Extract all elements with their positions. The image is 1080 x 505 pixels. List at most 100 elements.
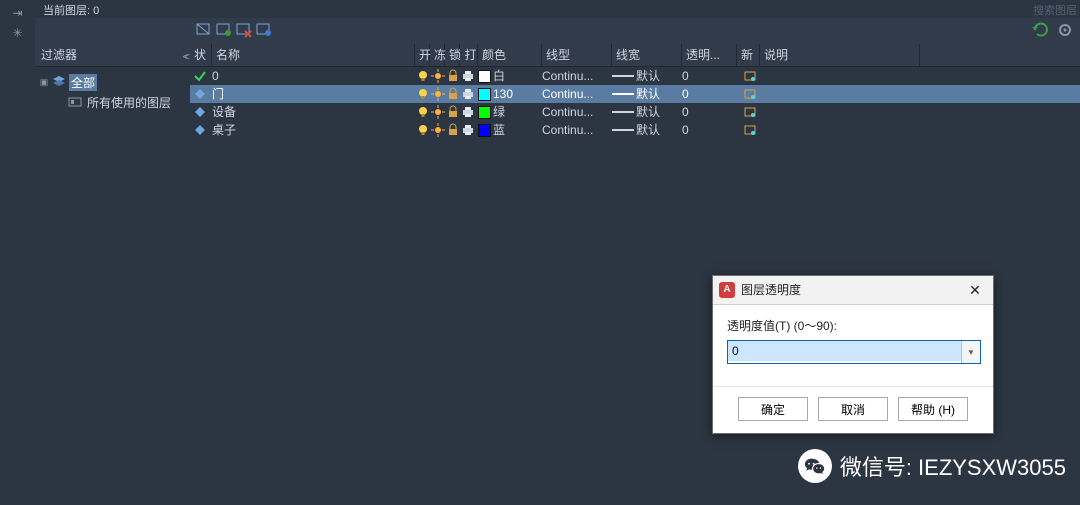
new-vp-icon[interactable] (740, 121, 760, 139)
layer-name[interactable]: 0 (212, 67, 412, 85)
linetype-cell[interactable]: Continu... (542, 121, 612, 139)
used-layers-icon (68, 95, 82, 109)
bulb-icon[interactable] (415, 67, 430, 85)
collapse-filter-icon[interactable]: << (182, 47, 186, 69)
rail-sun-icon[interactable]: ✳ (0, 26, 35, 40)
col-linetype[interactable]: 线型 (542, 44, 612, 66)
status-icon (190, 103, 210, 121)
watermark-text: 微信号: IEZYSXW3055 (840, 450, 1066, 482)
transparency-cell[interactable]: 0 (682, 121, 737, 139)
col-on[interactable]: 开 (415, 44, 430, 66)
col-description[interactable]: 说明 (760, 44, 920, 66)
rail-pin-icon[interactable]: ⇥ (0, 6, 35, 20)
sun-icon[interactable] (430, 103, 445, 121)
cancel-button[interactable]: 取消 (818, 397, 888, 421)
col-freeze[interactable]: 冻 (430, 44, 445, 66)
bulb-icon[interactable] (415, 103, 430, 121)
transparency-combo[interactable]: ▾ (727, 340, 981, 364)
lock-icon[interactable] (445, 103, 460, 121)
color-cell[interactable]: 130 (478, 85, 538, 103)
printer-icon[interactable] (460, 121, 475, 139)
description-cell[interactable] (765, 85, 915, 103)
filter-node-all-label: 全部 (69, 74, 97, 91)
wechat-icon (798, 449, 832, 483)
ok-button[interactable]: 确定 (738, 397, 808, 421)
left-rail: ⇥ ✳ (0, 0, 36, 505)
filter-panel-header: 过滤器 << (35, 44, 190, 67)
color-cell[interactable]: 蓝 (478, 121, 538, 139)
dialog-title: 图层透明度 (741, 276, 963, 304)
col-new[interactable]: 新 (737, 44, 760, 66)
linetype-cell[interactable]: Continu... (542, 85, 612, 103)
filter-panel: 过滤器 << ▣ 全部 所有使用的图层 (35, 44, 191, 505)
linetype-cell[interactable]: Continu... (542, 67, 612, 85)
dialog-titlebar[interactable]: A 图层透明度 ✕ (713, 276, 993, 305)
sun-icon[interactable] (430, 121, 445, 139)
color-cell[interactable]: 白 (478, 67, 538, 85)
col-color[interactable]: 颜色 (478, 44, 542, 66)
new-vp-icon[interactable] (740, 103, 760, 121)
lineweight-cell[interactable]: 默认 (612, 85, 682, 103)
col-lineweight[interactable]: 线宽 (612, 44, 682, 66)
sun-icon[interactable] (430, 67, 445, 85)
transparency-cell[interactable]: 0 (682, 103, 737, 121)
new-vp-icon[interactable] (740, 67, 760, 85)
printer-icon[interactable] (460, 67, 475, 85)
delete-layer-icon[interactable] (235, 21, 253, 39)
layer-name[interactable]: 设备 (212, 103, 412, 121)
new-vp-icon[interactable] (740, 85, 760, 103)
lock-icon[interactable] (445, 67, 460, 85)
col-name[interactable]: 名称 (212, 44, 415, 66)
layer-states-icon[interactable] (195, 21, 213, 39)
status-icon (190, 67, 210, 85)
freeze-layer-icon[interactable] (255, 21, 273, 39)
printer-icon[interactable] (460, 103, 475, 121)
chevron-down-icon[interactable]: ▾ (961, 341, 980, 363)
lock-icon[interactable] (445, 121, 460, 139)
header-strip: 当前图层: 0 搜索图层 (35, 0, 1080, 18)
lock-icon[interactable] (445, 85, 460, 103)
transparency-cell[interactable]: 0 (682, 85, 737, 103)
description-cell[interactable] (765, 121, 915, 139)
help-button[interactable]: 帮助 (H) (898, 397, 968, 421)
lineweight-cell[interactable]: 默认 (612, 103, 682, 121)
toolbar (35, 18, 1080, 44)
lineweight-cell[interactable]: 默认 (612, 121, 682, 139)
close-icon[interactable]: ✕ (963, 276, 987, 304)
bulb-icon[interactable] (415, 121, 430, 139)
filter-node-all[interactable]: ▣ 全部 (39, 73, 186, 91)
description-cell[interactable] (765, 67, 915, 85)
layer-row[interactable]: 桌子 蓝Continu...默认0 (190, 121, 1080, 139)
layer-name[interactable]: 门 (212, 85, 412, 103)
layer-row[interactable]: 门 130Continu...默认0 (190, 85, 1080, 103)
layer-row[interactable]: 设备 绿Continu...默认0 (190, 103, 1080, 121)
col-plot[interactable]: 打 (460, 44, 478, 66)
transparency-dialog: A 图层透明度 ✕ 透明度值(T) (0～90): ▾ 确定 取消 帮助 (H) (712, 275, 994, 434)
description-cell[interactable] (765, 103, 915, 121)
transparency-input[interactable] (728, 341, 966, 361)
printer-icon[interactable] (460, 85, 475, 103)
layer-row[interactable]: 0白Continu...默认0 (190, 67, 1080, 85)
linetype-cell[interactable]: Continu... (542, 103, 612, 121)
col-transparency[interactable]: 透明... (682, 44, 737, 66)
bulb-icon[interactable] (415, 85, 430, 103)
new-layer-icon[interactable] (215, 21, 233, 39)
col-lock[interactable]: 锁 (445, 44, 460, 66)
grid-header: 状 名称 开 冻 锁 打 颜色 线型 线宽 透明... 新 说明 (190, 44, 1080, 67)
col-status[interactable]: 状 (190, 44, 212, 66)
lineweight-cell[interactable]: 默认 (612, 67, 682, 85)
layers-stack-icon (52, 75, 66, 89)
watermark: 微信号: IEZYSXW3055 (798, 449, 1066, 483)
refresh-icon[interactable] (1032, 21, 1050, 39)
filter-node-used[interactable]: 所有使用的图层 (55, 93, 186, 111)
settings-icon[interactable] (1056, 21, 1074, 39)
status-icon (190, 121, 210, 139)
tree-toggle-icon[interactable]: ▣ (39, 77, 49, 88)
layer-name[interactable]: 桌子 (212, 121, 412, 139)
color-cell[interactable]: 绿 (478, 103, 538, 121)
current-layer-label: 当前图层: 0 (43, 2, 99, 18)
search-layers-placeholder[interactable]: 搜索图层 (1033, 2, 1077, 18)
transparency-cell[interactable]: 0 (682, 67, 737, 85)
filter-node-used-label: 所有使用的图层 (85, 94, 173, 111)
sun-icon[interactable] (430, 85, 445, 103)
